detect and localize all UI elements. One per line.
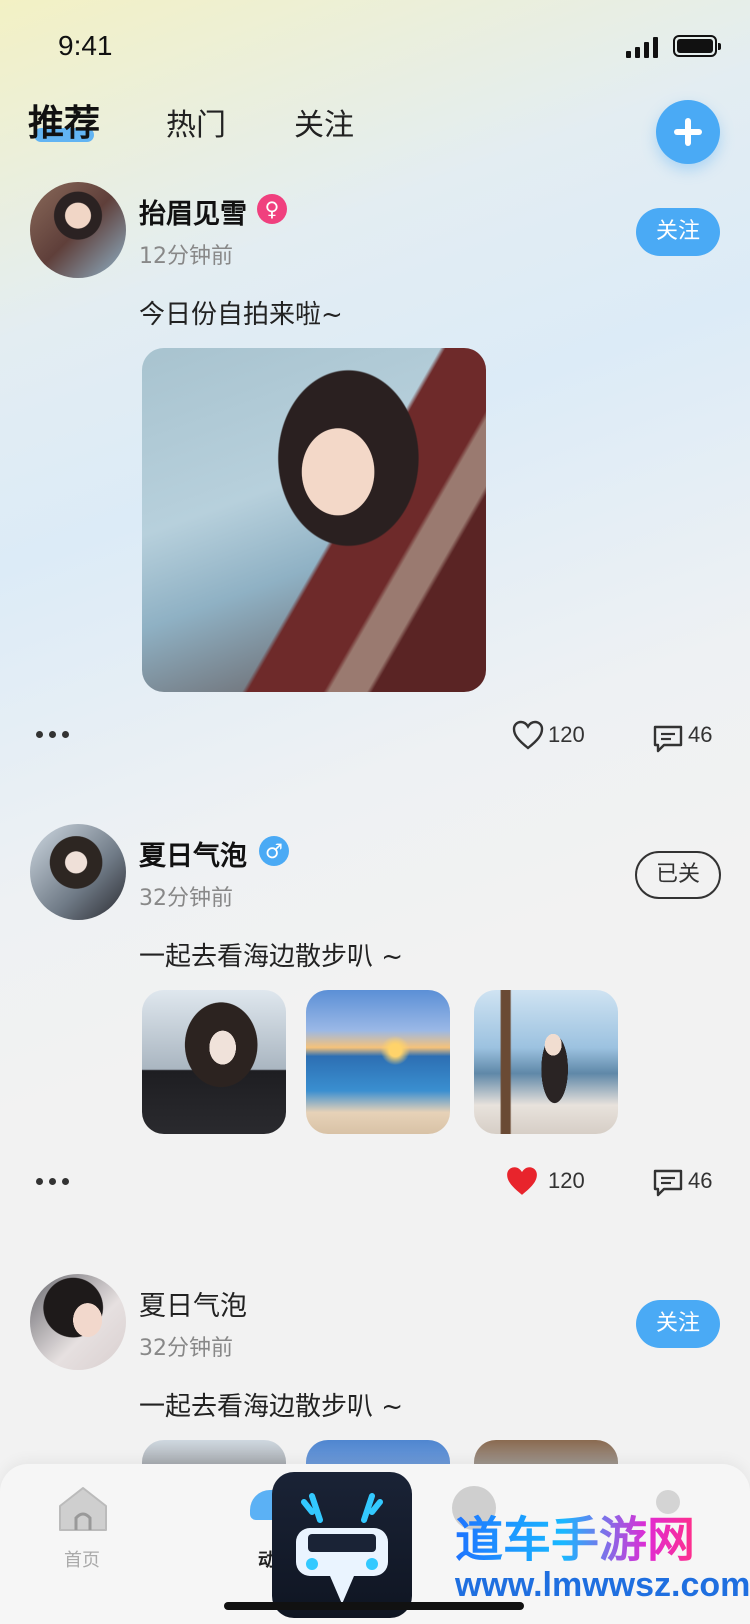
user-name[interactable]: 抬眉见雪 [139,192,247,231]
watermark-logo [272,1472,412,1618]
post-photo[interactable] [474,990,618,1134]
heart-icon[interactable] [512,720,544,750]
like-count: 120 [548,722,585,747]
like-count: 120 [548,1168,585,1193]
watermark-url: www.lmwwsz.com [455,1566,750,1604]
home-icon[interactable] [58,1486,108,1532]
avatar[interactable] [30,824,126,920]
status-time: 9:41 [58,30,113,61]
signal-icon [626,36,658,58]
follow-button[interactable]: 关注 [636,1300,720,1348]
post-text: 今日份自拍来啦~ [139,300,343,330]
post-photo[interactable] [142,348,486,692]
female-icon: ♀ [257,194,287,224]
comment-count: 46 [688,1168,713,1193]
heart-filled-icon[interactable] [505,1165,539,1197]
more-icon[interactable] [36,731,69,738]
post-photo[interactable] [306,990,450,1134]
followed-button[interactable]: 已关 [635,851,721,899]
battery-icon [673,35,721,57]
post-text: 一起去看海边散步叭 ~ [139,1392,404,1422]
home-indicator [224,1602,524,1610]
follow-button[interactable]: 关注 [636,208,720,256]
post-photo[interactable] [142,990,286,1134]
post-time: 32分钟前 [139,1336,233,1361]
tab-recommend[interactable]: 推荐 [28,94,100,146]
nav-home-label[interactable]: 首页 [64,1546,100,1572]
user-name[interactable]: 夏日气泡 [139,1284,247,1323]
male-icon: ♂ [259,836,289,866]
add-post-button[interactable] [656,100,720,164]
post-text: 一起去看海边散步叭 ~ [139,942,404,972]
comment-icon[interactable] [652,1168,684,1198]
comment-icon[interactable] [652,724,684,754]
comment-count: 46 [688,722,713,747]
avatar[interactable] [30,182,126,278]
post-time: 12分钟前 [139,244,233,269]
post-time: 32分钟前 [139,886,233,911]
user-name[interactable]: 夏日气泡 [139,834,247,873]
avatar[interactable] [30,1274,126,1370]
more-icon[interactable] [36,1178,69,1185]
tab-hot[interactable]: 热门 [166,100,226,144]
tab-following[interactable]: 关注 [294,100,354,144]
watermark-title: 道车手游网 [455,1500,695,1570]
